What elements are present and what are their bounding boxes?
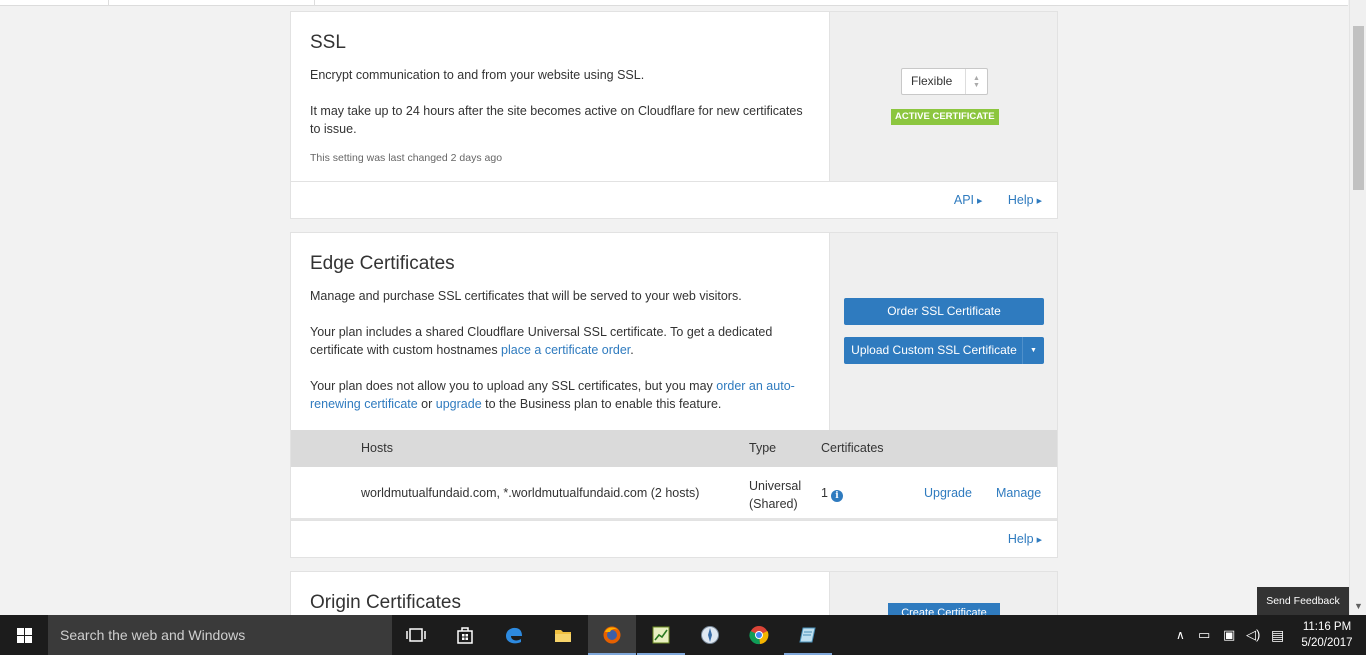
clock-date: 5/20/2017: [1301, 637, 1353, 649]
ssl-card-controls: Flexible ▲ ▼ ACTIVE CERTIFICATE: [829, 12, 1057, 182]
place-certificate-order-link[interactable]: place a certificate order: [501, 343, 630, 357]
ssl-mode-value: Flexible: [911, 74, 953, 88]
select-arrows-icon: ▲ ▼: [965, 69, 987, 94]
row-type-line2: (Shared): [749, 497, 798, 511]
caret-right-icon: ▶: [977, 197, 983, 205]
ssl-last-changed: This setting was last changed 2 days ago: [310, 152, 503, 164]
edge-upload-note: Your plan does not allow you to upload a…: [310, 377, 810, 413]
edge-card-footer: Help ▶: [291, 520, 1057, 557]
scroll-down-arrow-icon[interactable]: ▼: [1350, 598, 1366, 615]
type-column-header: Type: [749, 441, 777, 455]
ssl-card: SSL Encrypt communication to and from yo…: [290, 11, 1058, 219]
hosts-column-header: Hosts: [361, 441, 393, 455]
chrome-icon: [749, 626, 769, 645]
edge-browser-icon: [506, 627, 522, 644]
notes-app-button[interactable]: [784, 615, 832, 655]
upload-custom-ssl-label: Upload Custom SSL Certificate: [851, 343, 1017, 357]
folder-icon: [555, 630, 571, 642]
edge-browser-button[interactable]: [490, 615, 538, 655]
windows-logo-icon: [17, 628, 24, 635]
ssl-card-body: SSL Encrypt communication to and from yo…: [291, 12, 829, 182]
help-link[interactable]: Help ▶: [1008, 193, 1042, 207]
file-explorer-button[interactable]: [539, 615, 587, 655]
manage-row-link[interactable]: Manage: [996, 486, 1041, 500]
origin-title: Origin Certificates: [310, 592, 461, 613]
windows-logo-pane: [17, 636, 24, 643]
taskbar-search-input[interactable]: Search the web and Windows: [48, 615, 392, 655]
edge-upload-text-mid: or: [417, 397, 436, 411]
task-view-icon: [406, 628, 426, 642]
edge-certificates-card: Edge Certificates Manage and purchase SS…: [290, 232, 1058, 558]
windows-taskbar: Search the web and Windows ∧ ▭ ▣ ◁) ▤ 11…: [0, 615, 1366, 655]
caret-right-icon: ▶: [1036, 536, 1042, 544]
row-hosts: worldmutualfundaid.com, *.worldmutualfun…: [361, 486, 700, 500]
order-ssl-certificate-button[interactable]: Order SSL Certificate: [844, 298, 1044, 325]
device-icon[interactable]: ▭: [1198, 615, 1210, 655]
store-button[interactable]: [441, 615, 489, 655]
send-feedback-button[interactable]: Send Feedback: [1257, 587, 1349, 615]
edge-description: Manage and purchase SSL certificates tha…: [310, 289, 742, 303]
ssl-card-footer: API ▶ Help ▶: [291, 181, 1057, 218]
row-type-line1: Universal: [749, 479, 802, 493]
ssl-mode-select[interactable]: Flexible ▲ ▼: [901, 68, 988, 95]
upload-custom-ssl-button[interactable]: Upload Custom SSL Certificate ▼: [844, 337, 1044, 364]
edge-card-controls: Order SSL Certificate Upload Custom SSL …: [829, 233, 1057, 430]
chevron-down-icon[interactable]: ▼: [1022, 337, 1044, 364]
compass-app-button[interactable]: [686, 615, 734, 655]
edge-title: Edge Certificates: [310, 253, 455, 274]
network-icon[interactable]: ▣: [1223, 615, 1235, 655]
page-scrollbar[interactable]: ▼: [1349, 0, 1366, 615]
caret-right-icon: ▶: [1036, 197, 1042, 205]
api-link-label: API: [953, 193, 975, 207]
ssl-title: SSL: [310, 32, 346, 53]
certificates-column-header: Certificates: [821, 441, 884, 455]
edge-plan-text-end: .: [630, 343, 634, 357]
start-button[interactable]: [0, 615, 48, 655]
row-certificates: 1i: [821, 486, 843, 502]
edge-upload-text: Your plan does not allow you to upload a…: [310, 379, 717, 393]
help-link-label: Help: [1007, 532, 1034, 546]
windows-logo-pane: [25, 636, 32, 643]
divider: [314, 0, 315, 6]
chrome-button[interactable]: [735, 615, 783, 655]
firefox-icon: [603, 626, 621, 644]
upgrade-link[interactable]: upgrade: [436, 397, 482, 411]
help-link[interactable]: Help ▶: [1008, 532, 1042, 546]
edge-plan-note: Your plan includes a shared Cloudflare U…: [310, 323, 810, 359]
taskbar-clock[interactable]: 11:16 PM 5/20/2017: [1296, 619, 1358, 651]
notes-icon: [799, 627, 816, 643]
table-row: worldmutualfundaid.com, *.worldmutualfun…: [291, 467, 1057, 521]
charts-app-button[interactable]: [637, 615, 685, 655]
compass-icon: [701, 626, 719, 644]
edge-upload-text-end: to the Business plan to enable this feat…: [481, 397, 722, 411]
firefox-button[interactable]: [588, 615, 636, 655]
api-link[interactable]: API ▶: [954, 193, 983, 207]
volume-icon[interactable]: ◁): [1246, 615, 1260, 655]
active-certificate-badge: ACTIVE CERTIFICATE: [891, 109, 999, 125]
ssl-note: It may take up to 24 hours after the sit…: [310, 104, 803, 136]
help-link-label: Help: [1007, 193, 1034, 207]
browser-top-strip: [0, 0, 1348, 6]
row-type: Universal (Shared): [749, 477, 801, 513]
notifications-icon[interactable]: ▤: [1271, 615, 1284, 655]
upgrade-row-link[interactable]: Upgrade: [924, 486, 972, 500]
store-bag-icon: [457, 627, 473, 644]
row-certificate-count: 1: [821, 486, 828, 500]
divider: [108, 0, 109, 6]
certificates-table-header: Hosts Type Certificates: [291, 430, 1057, 467]
scrollbar-thumb[interactable]: [1353, 26, 1364, 190]
task-view-button[interactable]: [392, 615, 440, 655]
ssl-description: Encrypt communication to and from your w…: [310, 68, 645, 82]
clock-time: 11:16 PM: [1302, 621, 1352, 633]
info-icon[interactable]: i: [830, 490, 843, 502]
chart-app-icon: [652, 626, 670, 644]
edge-card-body: Edge Certificates Manage and purchase SS…: [291, 233, 829, 430]
windows-logo-pane: [25, 628, 32, 635]
show-hidden-icons-icon[interactable]: ∧: [1176, 615, 1185, 655]
